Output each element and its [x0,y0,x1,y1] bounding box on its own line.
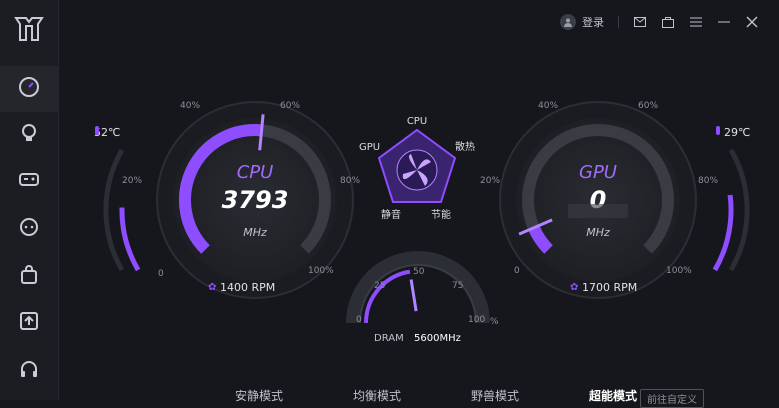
gpu-tick-60: 60% [638,101,658,111]
brand-logo [12,12,46,46]
gpu-unit: MHz [586,226,610,239]
box-icon[interactable] [661,15,675,29]
login-label: 登录 [582,16,604,29]
dram-tick-0: 0 [356,315,362,325]
gpu-fan-speed: 1700 RPM [582,281,637,294]
close-icon[interactable] [745,15,759,29]
gpu-temp-bar [712,194,734,272]
pentagon-label-silent: 静音 [381,208,401,221]
cpu-frequency: 3793 [222,186,289,214]
cpu-tick-20: 20% [122,176,142,186]
cpu-tick-0: 0 [158,269,164,279]
dram-tick-25: 25 [374,281,385,291]
top-bar: 登录 [560,14,759,30]
performance-pentagon: CPU GPU 散热 静音 节能 [345,110,490,230]
thermometer-icon [716,126,720,135]
cpu-tick-40: 40% [180,101,200,111]
gamepad-icon [18,168,40,194]
cpu-tick-60: 60% [280,101,300,111]
sidebar-item-store[interactable] [0,254,58,300]
upload-icon [18,310,40,336]
cpu-gauge: 0 20% 40% 60% 80% 100% CPU 3793 MHz 52℃ … [80,80,370,310]
gpu-tick-20: 20% [480,176,500,186]
dram-unit: % [490,317,499,327]
headset-icon [18,358,40,384]
gpu-tick-80: 80% [698,176,718,186]
gpu-tick-40: 40% [538,101,558,111]
gpu-value-underline [568,204,628,218]
pentagon-label-eco: 节能 [431,208,451,221]
pentagon-label-gpu: GPU [359,142,380,153]
gauge-icon [18,76,40,102]
minimize-icon[interactable] [717,15,731,29]
bulb-icon [18,122,40,148]
mode-tabs: 安静模式 均衡模式 野兽模式 超能模式 [200,383,672,404]
gpu-title: GPU [579,162,617,183]
cpu-tick-100: 100% [308,266,334,276]
tab-beast-mode[interactable]: 野兽模式 [436,383,554,404]
gpu-tick-100: 100% [666,266,692,276]
gpu-tick-0: 0 [514,266,520,276]
tab-quiet-mode[interactable]: 安静模式 [200,383,318,404]
dram-frequency: 5600MHz [414,333,461,344]
fan-icon: ✿ [208,282,217,293]
login-button[interactable]: 登录 [560,14,604,30]
sidebar-item-audio[interactable] [0,348,58,394]
gpu-temperature: 29℃ [724,126,750,139]
custom-mode-button[interactable]: 前往自定义 [640,389,704,408]
sidebar-item-games[interactable] [0,158,58,204]
bag-icon [18,264,40,290]
cpu-fan-speed: 1400 RPM [220,281,275,294]
cpu-temp-bar [119,207,141,272]
pentagon-label-cooling: 散热 [455,140,475,153]
fan-icon: ✿ [570,282,579,293]
sidebar-item-lighting[interactable] [0,112,58,158]
cpu-unit: MHz [243,226,267,239]
sidebar-item-performance[interactable] [0,66,58,112]
cpu-title: CPU [237,162,274,183]
gpu-gauge: 0 20% 40% 60% 80% 100% GPU 0 MHz 29℃ 170… [478,80,768,310]
thermometer-icon [95,126,99,135]
sidebar [0,0,59,400]
menu-icon[interactable] [689,15,703,29]
sidebar-item-update[interactable] [0,300,58,346]
mail-icon[interactable] [633,15,647,29]
user-icon [560,14,576,30]
chat-icon [18,216,40,242]
tab-balanced-mode[interactable]: 均衡模式 [318,383,436,404]
dram-tick-75: 75 [452,281,463,291]
divider [618,16,619,28]
dram-label: DRAM [374,333,404,344]
dram-tick-100: 100 [468,315,485,325]
dram-needle [409,279,418,312]
pentagon-label-cpu: CPU [407,116,427,127]
sidebar-item-chat[interactable] [0,206,58,252]
dram-tick-50: 50 [413,267,425,277]
